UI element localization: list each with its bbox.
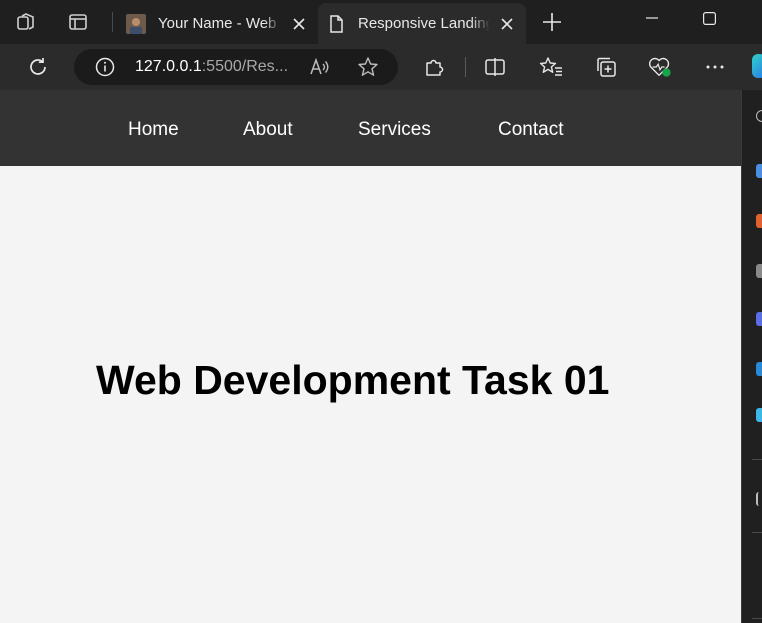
sidebar-pane <box>741 90 762 623</box>
site-navbar: Home About Services Contact <box>0 90 741 166</box>
close-icon[interactable] <box>496 13 518 35</box>
split-screen-icon[interactable] <box>483 55 507 79</box>
page-favicon-icon <box>326 14 346 34</box>
sidebar-divider <box>752 618 762 619</box>
nav-home-link[interactable]: Home <box>128 119 179 141</box>
profile-favicon-icon <box>126 13 146 34</box>
address-bar[interactable]: 127.0.0.1:5500/Res... <box>74 49 398 85</box>
tab-actions-icon[interactable] <box>67 11 89 33</box>
url-text[interactable]: 127.0.0.1:5500/Res... <box>135 58 288 76</box>
url-path: :5500/Res... <box>201 58 289 75</box>
maximize-icon[interactable] <box>679 0 739 36</box>
tab-title: Your Name - Web Developer <box>158 15 282 32</box>
hero-title: Web Development Task 01 <box>96 357 610 403</box>
url-host: 127.0.0.1 <box>135 58 202 75</box>
sidebar-app-icon[interactable] <box>756 214 762 228</box>
minimize-icon[interactable] <box>622 0 682 36</box>
browser-toolbar: 127.0.0.1:5500/Res... <box>0 44 762 90</box>
sidebar-app-icon[interactable] <box>756 408 762 422</box>
add-icon[interactable] <box>756 492 762 506</box>
browser-essentials-icon[interactable] <box>648 55 672 79</box>
tab-strip: Your Name - Web Developer Responsive Lan… <box>0 0 762 44</box>
more-icon[interactable] <box>703 55 727 79</box>
tab-title: Responsive Landing Page <box>358 15 490 32</box>
page-viewport: Home About Services Contact Web Developm… <box>0 90 741 623</box>
nav-contact-link[interactable]: Contact <box>498 119 563 141</box>
site-info-icon[interactable] <box>95 57 115 82</box>
sidebar-divider <box>752 532 762 533</box>
sidebar-app-icon[interactable] <box>756 264 762 278</box>
read-aloud-icon[interactable] <box>309 56 331 83</box>
tab-landing-page[interactable]: Responsive Landing Page <box>318 3 526 44</box>
sidebar-app-icon[interactable] <box>756 312 762 326</box>
search-icon[interactable] <box>756 110 762 122</box>
toolbar-separator <box>465 57 466 77</box>
refresh-icon[interactable] <box>26 55 50 79</box>
copilot-icon[interactable] <box>752 54 762 78</box>
tab-separator <box>112 12 113 32</box>
close-icon[interactable] <box>288 13 310 35</box>
favorite-star-icon[interactable] <box>357 56 379 83</box>
extensions-icon[interactable] <box>422 55 446 79</box>
nav-about-link[interactable]: About <box>243 119 293 141</box>
new-tab-icon[interactable] <box>541 11 563 33</box>
collections-icon[interactable] <box>594 55 618 79</box>
workspaces-icon[interactable] <box>15 11 37 33</box>
sidebar-app-icon[interactable] <box>756 164 762 178</box>
sidebar-app-icon[interactable] <box>756 362 762 376</box>
tab-portfolio[interactable]: Your Name - Web Developer <box>118 3 318 44</box>
favorites-icon[interactable] <box>539 55 563 79</box>
sidebar-divider <box>752 459 762 460</box>
nav-services-link[interactable]: Services <box>358 119 431 141</box>
